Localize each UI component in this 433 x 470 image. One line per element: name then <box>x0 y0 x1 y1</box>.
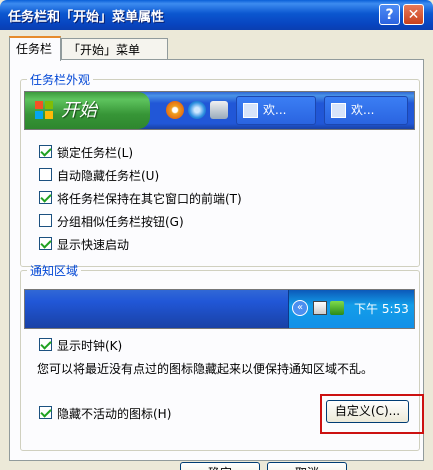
highlight-annotation <box>320 394 424 434</box>
internet-explorer-icon <box>188 101 206 119</box>
option-label: 锁定任务栏(L) <box>57 146 134 160</box>
task-button: 欢... <box>324 96 408 125</box>
tab-taskbar[interactable]: 任务栏 <box>9 36 61 61</box>
taskbar-preview: 开始 欢... 欢... <box>24 91 415 130</box>
task-button-label: 欢... <box>351 103 375 117</box>
tray-area: « 下午 5:53 <box>288 290 414 328</box>
auto-hide-checkbox[interactable] <box>39 168 52 181</box>
show-clock-checkbox[interactable] <box>39 338 52 351</box>
window-icon <box>243 103 258 118</box>
task-button: 欢... <box>236 96 316 125</box>
security-icon <box>330 301 344 315</box>
ok-button[interactable]: 确定 <box>180 462 260 470</box>
option-label: 隐藏不活动的图标(H) <box>57 407 172 421</box>
group-buttons-checkbox[interactable] <box>39 214 52 227</box>
help-button[interactable]: ? <box>379 4 400 25</box>
taskbar-properties-dialog: 任务栏和「开始」菜单属性 ? ✕ 任务栏 「开始」菜单 任务栏外观 开始 欢..… <box>0 0 433 470</box>
windows-logo-icon <box>35 101 53 119</box>
option-label: 将任务栏保持在其它窗口的前端(T) <box>57 192 242 206</box>
notification-note: 您可以将最近没有点过的图标隐藏起来以便保持通知区域不乱。 <box>37 362 374 376</box>
start-button-preview: 开始 <box>25 92 150 129</box>
start-label: 开始 <box>61 100 97 121</box>
option-label: 自动隐藏任务栏(U) <box>57 169 160 183</box>
show-desktop-icon <box>210 101 228 119</box>
media-player-icon <box>166 101 184 119</box>
option-label: 显示快速启动 <box>57 238 130 252</box>
option-label: 显示时钟(K) <box>57 339 123 353</box>
lock-taskbar-checkbox[interactable] <box>39 145 52 158</box>
notification-area-legend: 通知区域 <box>30 264 79 278</box>
hide-inactive-checkbox[interactable] <box>39 406 52 419</box>
window-icon <box>331 103 346 118</box>
title-bar[interactable]: 任务栏和「开始」菜单属性 ? ✕ <box>0 0 433 30</box>
close-button[interactable]: ✕ <box>403 4 424 25</box>
task-button-label: 欢... <box>263 103 287 117</box>
network-icon <box>313 301 327 315</box>
taskbar-appearance-legend: 任务栏外观 <box>30 73 91 87</box>
notification-tray-preview: « 下午 5:53 <box>24 289 415 329</box>
cancel-button[interactable]: 取消 <box>267 462 347 470</box>
window-title: 任务栏和「开始」菜单属性 <box>8 10 165 25</box>
option-label: 分组相似任务栏按钮(G) <box>57 215 184 229</box>
tray-clock: 下午 5:53 <box>354 302 409 316</box>
quick-launch-checkbox[interactable] <box>39 237 52 250</box>
keep-on-top-checkbox[interactable] <box>39 191 52 204</box>
tab-start-menu[interactable]: 「开始」菜单 <box>61 38 168 60</box>
chevron-left-icon: « <box>292 300 308 316</box>
